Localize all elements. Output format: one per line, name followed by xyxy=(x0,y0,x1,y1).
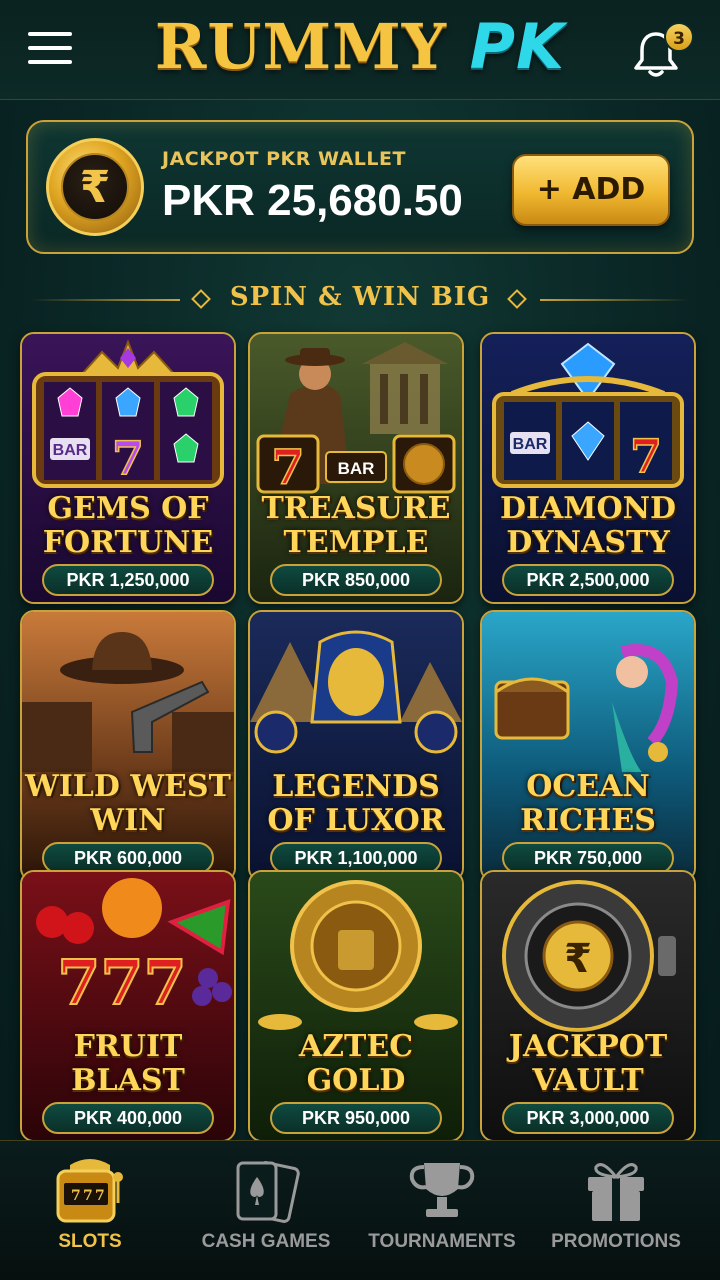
svg-text:7: 7 xyxy=(95,1188,105,1204)
game-card-aztec-gold[interactable]: AZTEC GOLD PKR 950,000 xyxy=(248,870,464,1142)
treasure-temple-artwork: 7 BAR xyxy=(250,334,462,602)
wallet-balance: PKR 25,680.50 xyxy=(162,176,463,225)
app-logo: RUMMY PK xyxy=(0,10,720,83)
game-title: OCEAN RICHES xyxy=(520,769,656,838)
app-header: RUMMY PK 3 xyxy=(0,0,720,100)
trophy-icon xyxy=(409,1163,475,1217)
jackpot-prize-badge: PKR 950,000 xyxy=(270,1102,442,1134)
seven-symbol: 7 xyxy=(112,431,144,485)
rupee-symbol: ₹ xyxy=(61,153,129,221)
playing-cards-icon xyxy=(236,1161,300,1223)
seven-symbol: 7 xyxy=(630,429,662,483)
wild-west-win-artwork xyxy=(22,612,234,880)
jackpot-prize-badge: PKR 3,000,000 xyxy=(502,1102,674,1134)
notification-count-badge: 3 xyxy=(664,22,694,52)
game-title: TREASURE TEMPLE xyxy=(261,491,451,560)
logo-text-pk: PK xyxy=(469,10,566,83)
game-title: FRUIT BLAST xyxy=(71,1029,185,1098)
seven-symbol: 7 xyxy=(271,440,304,496)
divider-left xyxy=(30,299,180,301)
wallet-label: JACKPOT PKR WALLET xyxy=(162,148,406,170)
legends-of-luxor-artwork xyxy=(250,612,462,880)
ocean-riches-artwork xyxy=(482,612,694,880)
game-card-diamond-dynasty[interactable]: BAR 7 DIAMOND DYNASTY PKR 2,500,000 xyxy=(480,332,696,604)
bottom-navigation: 7 7 7 SLOTS CASH GAMES TOURNAMENTS PROMO… xyxy=(0,1140,720,1280)
game-title: LEGENDS OF LUXOR xyxy=(267,769,445,838)
rupee-symbol: ₹ xyxy=(564,936,592,982)
fruit-blast-artwork: 777 xyxy=(22,872,234,1140)
section-header: SPIN & WIN BIG xyxy=(0,282,720,318)
game-card-gems-of-fortune[interactable]: BAR 7 GEMS OF FORTUNE PKR 1,250,000 xyxy=(20,332,236,604)
game-card-wild-west-win[interactable]: WILD WEST WIN PKR 600,000 xyxy=(20,610,236,882)
game-title: DIAMOND DYNASTY xyxy=(499,491,677,560)
game-title: GEMS OF FORTUNE xyxy=(42,491,214,560)
bar-symbol: BAR xyxy=(513,436,548,453)
game-card-fruit-blast[interactable]: 777 FRUIT BLAST PKR 400,000 xyxy=(20,870,236,1142)
jackpot-prize-badge: PKR 850,000 xyxy=(270,564,442,596)
wallet-card: ₹ JACKPOT PKR WALLET PKR 25,680.50 + ADD xyxy=(26,120,694,254)
nav-label: CASH GAMES xyxy=(201,1231,331,1252)
game-card-treasure-temple[interactable]: 7 BAR TREASURE TEMPLE PKR 850,000 xyxy=(248,332,464,604)
jackpot-prize-badge: PKR 2,500,000 xyxy=(502,564,674,596)
add-funds-button[interactable]: + ADD xyxy=(512,154,670,226)
aztec-gold-artwork xyxy=(250,872,462,1140)
game-title: WILD WEST WIN xyxy=(25,769,231,838)
game-card-legends-of-luxor[interactable]: LEGENDS OF LUXOR PKR 1,100,000 xyxy=(248,610,464,882)
gift-icon xyxy=(588,1163,644,1221)
diamond-dynasty-artwork: BAR 7 xyxy=(482,334,694,602)
jackpot-prize-badge: PKR 400,000 xyxy=(42,1102,214,1134)
nav-label: TOURNAMENTS xyxy=(368,1231,516,1252)
triple-seven-symbol: 777 xyxy=(57,946,186,1019)
nav-label: PROMOTIONS xyxy=(551,1231,681,1252)
gems-of-fortune-artwork: BAR 7 xyxy=(22,334,234,602)
nav-label: SLOTS xyxy=(58,1231,122,1252)
nav-tab-promotions[interactable]: PROMOTIONS xyxy=(526,1141,706,1280)
game-card-ocean-riches[interactable]: OCEAN RICHES PKR 750,000 xyxy=(480,610,696,882)
game-card-jackpot-vault[interactable]: ₹ JACKPOT VAULT PKR 3,000,000 xyxy=(480,870,696,1142)
slot-machine-icon: 7 7 7 xyxy=(56,1159,123,1223)
logo-text-rummy: RUMMY xyxy=(154,10,448,83)
game-title: JACKPOT VAULT xyxy=(508,1029,668,1098)
svg-text:7: 7 xyxy=(83,1188,93,1204)
jackpot-prize-badge: PKR 1,250,000 xyxy=(42,564,214,596)
section-title: SPIN & WIN BIG xyxy=(229,282,491,312)
rupee-coin-icon: ₹ xyxy=(46,138,144,236)
nav-tab-cash-games[interactable]: CASH GAMES xyxy=(176,1141,356,1280)
nav-tab-tournaments[interactable]: TOURNAMENTS xyxy=(352,1141,532,1280)
jackpot-vault-artwork: ₹ xyxy=(482,872,694,1140)
nav-tab-slots[interactable]: 7 7 7 SLOTS xyxy=(0,1141,180,1280)
bar-symbol: BAR xyxy=(338,459,375,478)
svg-text:7: 7 xyxy=(71,1188,81,1204)
game-title: AZTEC GOLD xyxy=(298,1029,414,1098)
divider-right xyxy=(540,299,690,301)
bar-symbol: BAR xyxy=(53,442,88,459)
